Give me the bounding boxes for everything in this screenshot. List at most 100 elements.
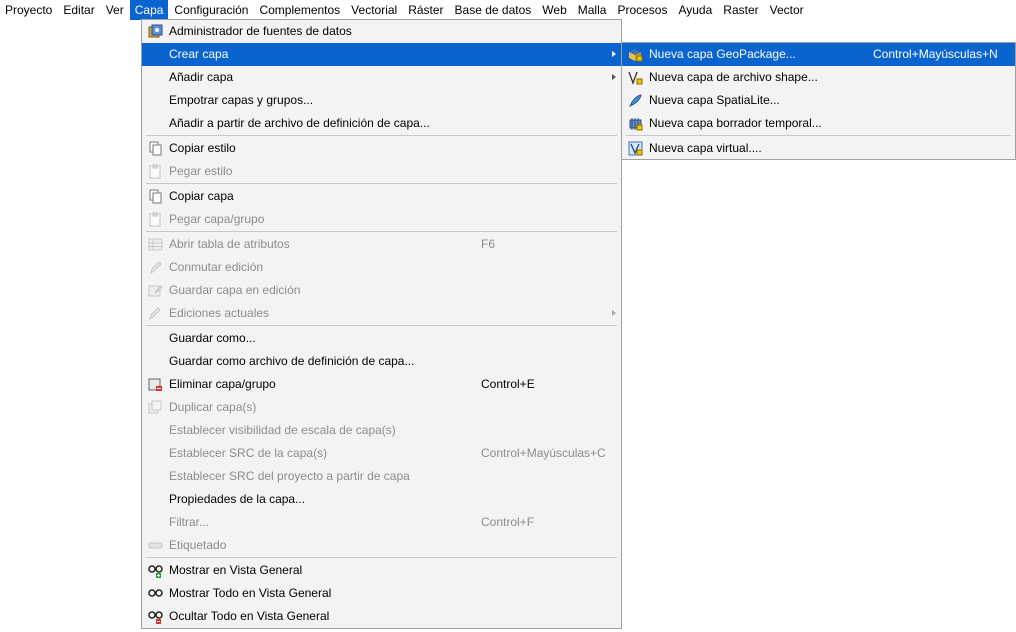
menu-editar[interactable]: Editar [58, 0, 99, 20]
menu-raster[interactable]: Raster [718, 0, 763, 20]
menu-item-label: Filtrar... [169, 515, 210, 529]
menu-item-shortcut: Control+Mayúsculas+C [481, 446, 606, 460]
submenu-arrow-icon [612, 74, 616, 80]
menu-item-empotrar-capas[interactable]: Empotrar capas y grupos... [142, 89, 621, 112]
copy-icon [148, 141, 163, 156]
menu-separator [146, 557, 617, 558]
menu-item-nueva-geopackage[interactable]: Nueva capa GeoPackage... Control+Mayúscu… [622, 43, 1015, 66]
menu-item-nueva-borrador-temporal[interactable]: Nueva capa borrador temporal... [622, 112, 1015, 135]
menu-item-label: Conmutar edición [169, 260, 264, 274]
menu-item-ediciones-actuales[interactable]: Ediciones actuales [142, 302, 621, 325]
duplicate-icon [148, 400, 163, 415]
menu-malla[interactable]: Malla [573, 0, 612, 20]
menu-vectorial[interactable]: Vectorial [346, 0, 402, 20]
submenu-arrow-icon [612, 310, 616, 316]
menu-bar: Proyecto Editar Ver Capa Configuración C… [0, 0, 1016, 20]
menu-item-establecer-src-proyecto[interactable]: Establecer SRC del proyecto a partir de … [142, 465, 621, 488]
menu-item-guardar-capa-edicion[interactable]: Guardar capa en edición [142, 279, 621, 302]
menu-item-guardar-como[interactable]: Guardar como... [142, 327, 621, 350]
menu-separator [626, 135, 1011, 136]
menu-item-anadir-definicion[interactable]: Añadir a partir de archivo de definición… [142, 112, 621, 135]
overview-add-icon [148, 563, 163, 578]
menu-item-label: Guardar capa en edición [169, 283, 301, 297]
menu-item-label: Pegar estilo [169, 164, 233, 178]
menu-item-label: Etiquetado [169, 538, 227, 552]
menu-ver[interactable]: Ver [101, 0, 129, 20]
menu-item-copiar-capa[interactable]: Copiar capa [142, 185, 621, 208]
menu-item-label: Nueva capa borrador temporal... [649, 116, 822, 130]
menu-web[interactable]: Web [537, 0, 571, 20]
menu-item-label: Nueva capa GeoPackage... [649, 47, 796, 61]
geopackage-icon [628, 47, 643, 62]
capa-menu: Administrador de fuentes de datos Crear … [141, 19, 622, 629]
label-icon [148, 538, 163, 553]
paste-icon [148, 164, 163, 179]
menu-item-label: Nueva capa SpatiaLite... [649, 93, 780, 107]
menu-item-eliminar-capa[interactable]: Eliminar capa/grupo Control+E [142, 373, 621, 396]
shapefile-icon [628, 70, 643, 85]
menu-proyecto[interactable]: Proyecto [0, 0, 57, 20]
edits-icon [148, 306, 163, 321]
menu-item-label: Establecer SRC de la capa(s) [169, 446, 328, 460]
menu-item-duplicar-capa[interactable]: Duplicar capa(s) [142, 396, 621, 419]
menu-item-label: Nueva capa de archivo shape... [649, 70, 818, 84]
menu-item-nueva-virtual[interactable]: Nueva capa virtual.... [622, 137, 1015, 160]
menu-item-crear-capa[interactable]: Crear capa [142, 43, 621, 66]
save-edits-icon [148, 283, 163, 298]
menu-item-guardar-definicion[interactable]: Guardar como archivo de definición de ca… [142, 350, 621, 373]
paste-icon [148, 212, 163, 227]
menu-item-pegar-estilo[interactable]: Pegar estilo [142, 160, 621, 183]
menu-item-nueva-shape[interactable]: Nueva capa de archivo shape... [622, 66, 1015, 89]
menu-item-label: Empotrar capas y grupos... [169, 93, 314, 107]
menu-item-label: Pegar capa/grupo [169, 212, 265, 226]
menu-item-nueva-spatialite[interactable]: Nueva capa SpatiaLite... [622, 89, 1015, 112]
menu-complementos[interactable]: Complementos [254, 0, 345, 20]
menu-item-label: Añadir a partir de archivo de definición… [169, 116, 430, 130]
remove-layer-icon [148, 377, 163, 392]
menu-item-administrador-fuentes[interactable]: Administrador de fuentes de datos [142, 20, 621, 43]
menu-item-mostrar-vista-general[interactable]: Mostrar en Vista General [142, 559, 621, 582]
menu-item-label: Establecer visibilidad de escala de capa… [169, 423, 396, 437]
menu-item-conmutar-edicion[interactable]: Conmutar edición [142, 256, 621, 279]
menu-item-propiedades-capa[interactable]: Propiedades de la capa... [142, 488, 621, 511]
menu-item-label: Copiar estilo [169, 141, 236, 155]
menu-item-label: Propiedades de la capa... [169, 492, 306, 506]
menu-ayuda[interactable]: Ayuda [673, 0, 717, 20]
menu-item-label: Administrador de fuentes de datos [169, 24, 352, 38]
menu-item-pegar-capa[interactable]: Pegar capa/grupo [142, 208, 621, 231]
menu-separator [146, 325, 617, 326]
menu-capa[interactable]: Capa [129, 0, 169, 20]
submenu-arrow-icon [612, 51, 616, 57]
menu-item-shortcut: F6 [481, 237, 496, 251]
menu-item-label: Nueva capa virtual.... [649, 141, 762, 155]
menu-item-label: Duplicar capa(s) [169, 400, 257, 414]
menu-vector[interactable]: Vector [765, 0, 809, 20]
table-icon [148, 237, 163, 252]
menu-item-abrir-tabla[interactable]: Abrir tabla de atributos F6 [142, 233, 621, 256]
menu-item-label: Eliminar capa/grupo [169, 377, 276, 391]
menu-item-label: Mostrar Todo en Vista General [169, 586, 332, 600]
menu-item-label: Mostrar en Vista General [169, 563, 303, 577]
menu-raster-es[interactable]: Ráster [403, 0, 448, 20]
menu-item-shortcut: Control+E [481, 377, 535, 391]
menu-item-label: Establecer SRC del proyecto a partir de … [169, 469, 410, 483]
menu-item-mostrar-todo-vista-general[interactable]: Mostrar Todo en Vista General [142, 582, 621, 605]
menu-item-label: Copiar capa [169, 189, 234, 203]
menu-base-de-datos[interactable]: Base de datos [450, 0, 537, 20]
menu-item-ocultar-todo-vista-general[interactable]: Ocultar Todo en Vista General [142, 605, 621, 628]
menu-item-anadir-capa[interactable]: Añadir capa [142, 66, 621, 89]
menu-item-label: Crear capa [169, 47, 229, 61]
crear-capa-submenu: Nueva capa GeoPackage... Control+Mayúscu… [621, 42, 1016, 160]
menu-item-filtrar[interactable]: Filtrar... Control+F [142, 511, 621, 534]
menu-item-label: Ocultar Todo en Vista General [169, 609, 330, 623]
menu-separator [146, 231, 617, 232]
menu-item-label: Abrir tabla de atributos [169, 237, 290, 251]
menu-item-shortcut: Control+Mayúsculas+N [873, 47, 998, 61]
menu-item-visibilidad-escala[interactable]: Establecer visibilidad de escala de capa… [142, 419, 621, 442]
menu-item-etiquetado[interactable]: Etiquetado [142, 534, 621, 557]
menu-item-copiar-estilo[interactable]: Copiar estilo [142, 137, 621, 160]
menu-item-establecer-src-capa[interactable]: Establecer SRC de la capa(s) Control+May… [142, 442, 621, 465]
spatialite-icon [628, 93, 643, 108]
menu-procesos[interactable]: Procesos [612, 0, 672, 20]
menu-configuracion[interactable]: Configuración [169, 0, 253, 20]
